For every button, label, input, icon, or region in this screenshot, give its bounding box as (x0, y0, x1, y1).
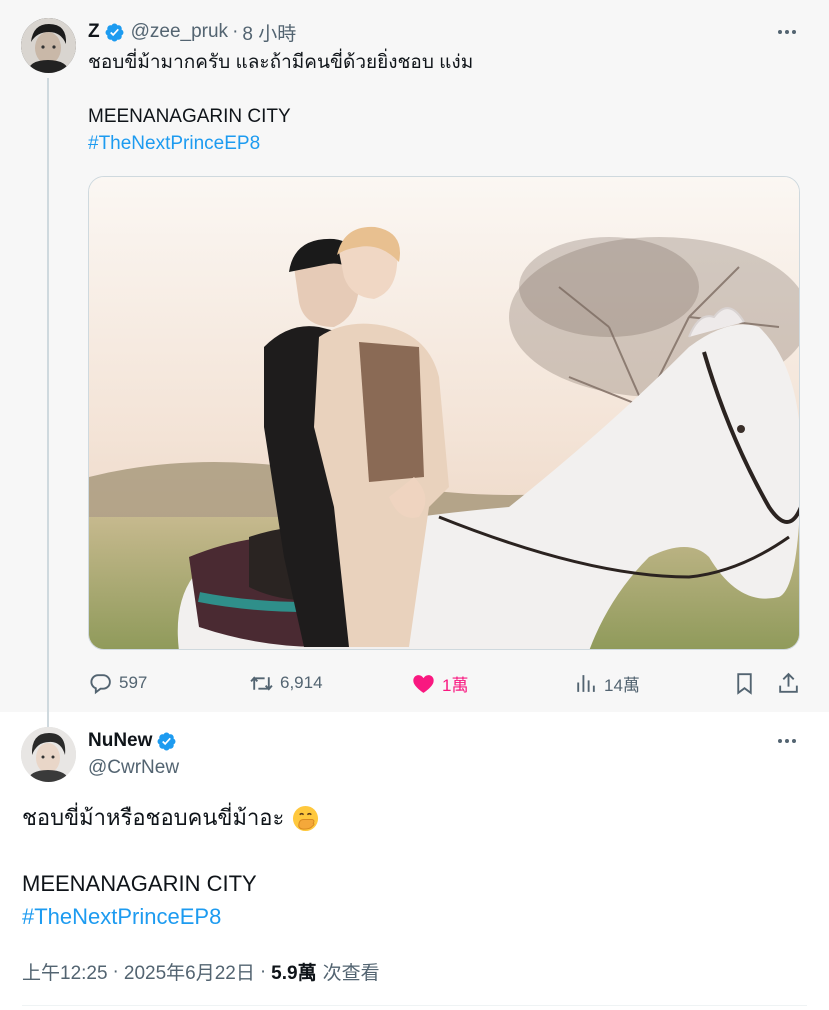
avatar-zee[interactable] (21, 18, 76, 73)
avatar-nunew[interactable] (21, 727, 76, 782)
reply-icon (90, 673, 111, 694)
reply-count: 597 (119, 673, 148, 692)
like-count: 1萬 (442, 675, 469, 695)
tweet-text-line: ชอบขี่ม้าหรือชอบคนขี่ม้าอะ (22, 804, 319, 832)
more-icon[interactable] (775, 731, 799, 751)
views-icon (577, 674, 595, 692)
tweet-text: ชอบขี่ม้าหรือชอบคนขี่ม้าอะ (22, 805, 285, 830)
retweet-icon (250, 675, 273, 691)
retweet-count: 6,914 (280, 673, 323, 692)
tweet-photo[interactable] (88, 176, 800, 650)
views-button[interactable]: 14萬 (573, 668, 640, 698)
views-count: 14萬 (604, 675, 640, 695)
hashtag-link[interactable]: #TheNextPrinceEP8 (22, 903, 221, 931)
divider (22, 1005, 807, 1006)
meta-separator: · (112, 960, 119, 982)
bookmark-icon (737, 672, 752, 695)
heart-icon (413, 674, 434, 693)
bookmark-button[interactable] (732, 668, 763, 698)
tweet-time[interactable]: 上午12:25 (22, 958, 108, 985)
header-separator: · (232, 21, 239, 42)
author-handle[interactable]: @CwrNew (88, 757, 179, 779)
face-with-hand-over-mouth-emoji-icon (292, 805, 319, 832)
meta-separator: · (259, 960, 267, 982)
share-icon (779, 672, 798, 693)
views-count: 5.9萬 (271, 963, 317, 984)
tweet-text-line: MEENANAGARIN CITY (22, 871, 257, 896)
verified-badge-icon (156, 731, 177, 752)
like-button[interactable]: 1萬 (411, 668, 468, 698)
author-name[interactable]: Z (88, 21, 100, 43)
parent-tweet[interactable]: Z @zee_pruk · 8 小時 ชอบขี่ม้ามากครับ และถ… (0, 0, 829, 728)
hashtag-link[interactable]: #TheNextPrinceEP8 (88, 131, 260, 157)
share-button[interactable] (776, 668, 807, 698)
verified-badge-icon (104, 22, 125, 43)
tweet-date[interactable]: 2025年6月22日 (124, 958, 255, 985)
reply-button[interactable]: 597 (88, 668, 147, 698)
tweet-text-line: MEENANAGARIN CITY (88, 106, 291, 127)
thread-connector-line (47, 78, 49, 728)
more-icon[interactable] (775, 22, 799, 42)
tweet-time[interactable]: 8 小時 (242, 19, 296, 46)
parent-tweet-header: Z @zee_pruk · 8 小時 (88, 19, 296, 46)
tweet-meta-row: 上午12:25 · 2025年6月22日 · 5.9萬 次查看 (22, 958, 380, 985)
author-name-row: NuNew (88, 729, 177, 753)
views-label: 次查看 (322, 963, 380, 984)
tweet-text-line: ชอบขี่ม้ามากครับ และถ้ามีคนขี่ด้วยยิ่งชอ… (88, 52, 474, 73)
author-name[interactable]: NuNew (88, 730, 152, 752)
author-handle[interactable]: @zee_pruk (131, 21, 228, 43)
retweet-button[interactable]: 6,914 (249, 668, 323, 698)
tweet-actions-bar: 597 6,914 1萬 14萬 (88, 668, 800, 698)
